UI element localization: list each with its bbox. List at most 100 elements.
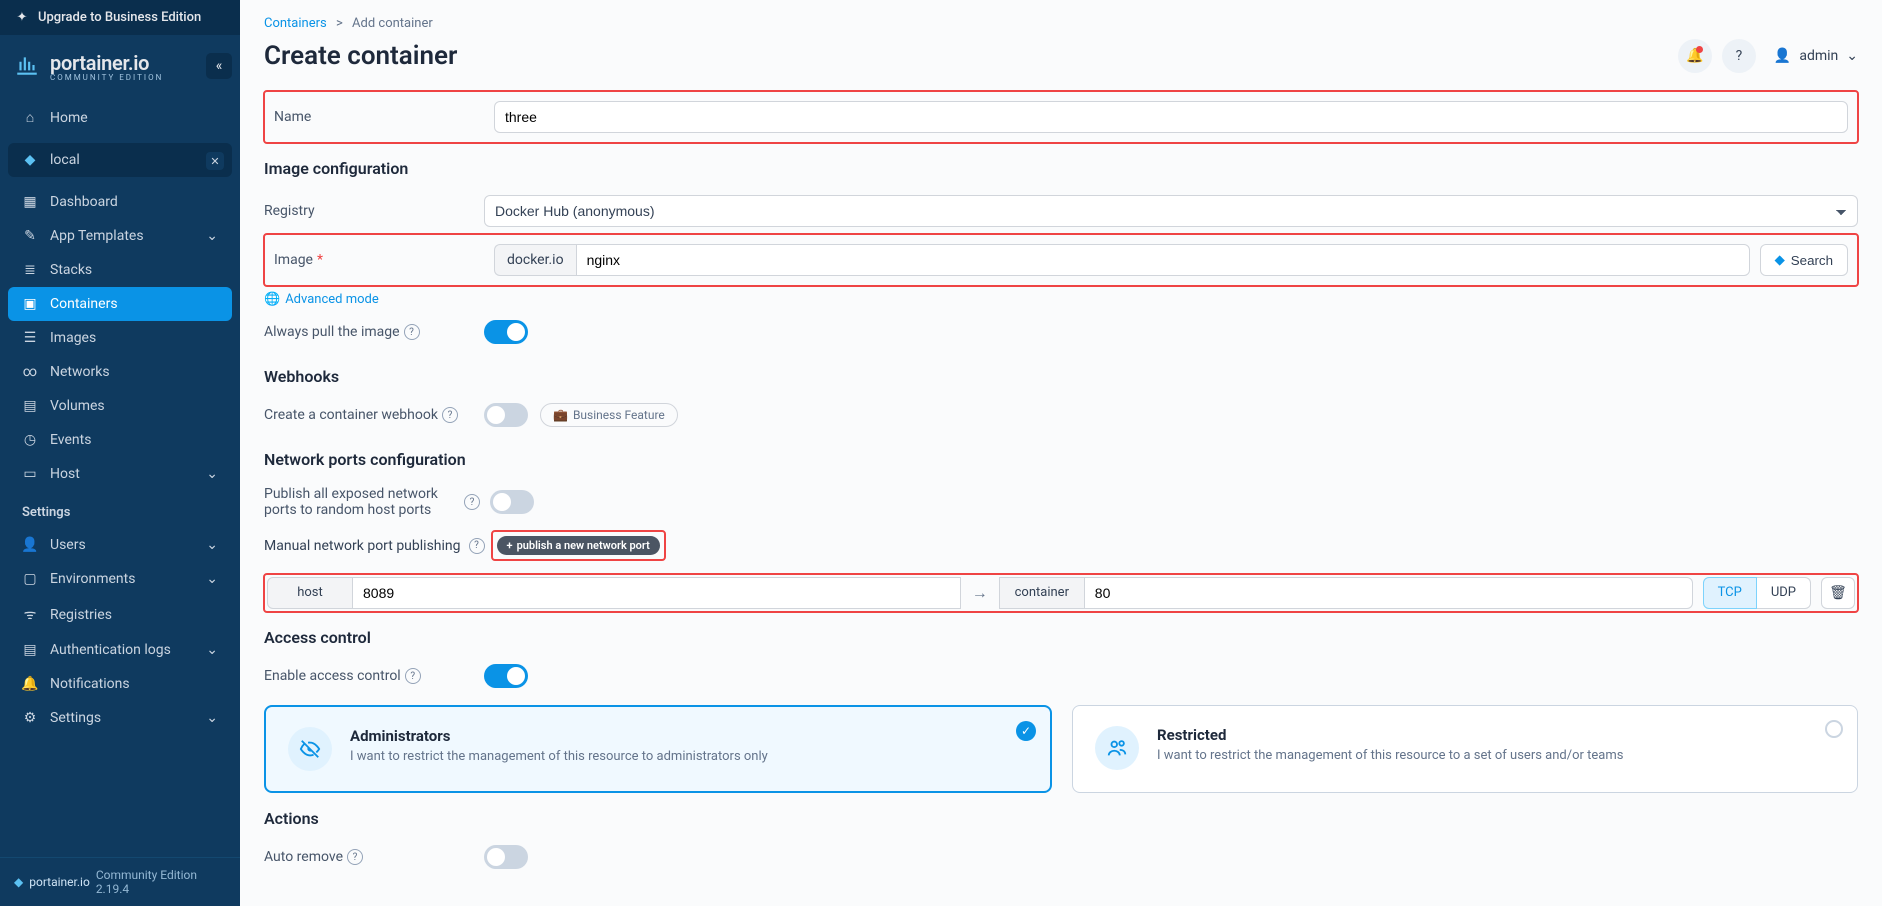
enable-access-label: Enable access control: [264, 668, 401, 684]
chevron-down-icon: ⌄: [1846, 48, 1858, 64]
help-icon[interactable]: ?: [464, 494, 480, 510]
help-icon: ?: [1736, 48, 1743, 64]
nav-app-templates[interactable]: ✎ App Templates ⌄: [8, 219, 232, 253]
tcp-button[interactable]: TCP: [1703, 577, 1757, 609]
crane-icon: ◆: [14, 875, 23, 889]
docker-icon: ◆: [1775, 252, 1785, 268]
container-label: container: [999, 577, 1085, 609]
notifications-button[interactable]: 🔔: [1678, 39, 1712, 73]
advanced-mode-link[interactable]: 🌐 Advanced mode: [264, 286, 379, 313]
user-name: admin: [1799, 48, 1838, 64]
webhook-toggle[interactable]: [484, 403, 528, 427]
settings-heading: Settings: [8, 491, 232, 528]
help-icon[interactable]: ?: [405, 668, 421, 684]
enable-access-toggle[interactable]: [484, 664, 528, 688]
nav-networks[interactable]: ∞ Networks: [8, 355, 232, 389]
nav-auth-logs[interactable]: ▤ Authentication logs ⌄: [8, 633, 232, 667]
logo[interactable]: portainer.io COMMUNITY EDITION «: [0, 35, 240, 92]
main-content: Containers > Add container Create contai…: [240, 0, 1882, 906]
udp-button[interactable]: UDP: [1757, 577, 1811, 609]
nav-containers[interactable]: ▣ Containers: [8, 287, 232, 321]
registry-select[interactable]: Docker Hub (anonymous): [484, 195, 1858, 227]
sidebar-footer: ◆ portainer.io Community Edition 2.19.4: [0, 857, 240, 906]
nav-volumes[interactable]: ▤ Volumes: [8, 389, 232, 423]
nav-label: Registries: [50, 607, 112, 623]
brand-subtitle: COMMUNITY EDITION: [50, 73, 163, 82]
footer-version: Community Edition 2.19.4: [96, 868, 226, 896]
nav-users[interactable]: 👤 Users ⌄: [8, 528, 232, 562]
delete-port-button[interactable]: 🗑: [1821, 577, 1855, 609]
help-button[interactable]: ?: [1722, 39, 1756, 73]
always-pull-toggle[interactable]: [484, 320, 528, 344]
chevron-down-icon: ⌄: [206, 642, 218, 658]
nav-label: Networks: [50, 364, 110, 380]
nav-label: Users: [50, 537, 86, 553]
nav-label: Environments: [50, 571, 135, 587]
name-input[interactable]: [494, 101, 1848, 133]
templates-icon: ✎: [22, 228, 38, 244]
actions-heading: Actions: [264, 793, 1858, 838]
registries-icon: ᯤ: [22, 605, 38, 624]
user-menu[interactable]: 👤 admin ⌄: [1774, 48, 1858, 64]
access-cards: ✓ Administrators I want to restrict the …: [264, 705, 1858, 793]
host-port-input[interactable]: [353, 577, 961, 609]
footer-brand: portainer.io: [29, 875, 90, 889]
nav-home[interactable]: ⌂ Home: [8, 100, 232, 135]
always-pull-label: Always pull the image: [264, 324, 400, 340]
sparkle-icon: ✦: [14, 10, 30, 25]
whale-icon: ◆: [22, 152, 38, 168]
restricted-card[interactable]: Restricted I want to restrict the manage…: [1072, 705, 1858, 793]
auto-remove-label: Auto remove: [264, 849, 343, 865]
business-badge: 💼 Business Feature: [540, 403, 678, 427]
publish-all-row: Publish all exposed network ports to ran…: [264, 479, 1858, 525]
publish-all-toggle[interactable]: [490, 490, 534, 514]
nav-label: Home: [50, 110, 88, 126]
registry-row: Registry Docker Hub (anonymous): [264, 188, 1858, 234]
environments-icon: ▢: [22, 571, 38, 587]
help-icon[interactable]: ?: [469, 538, 485, 554]
env-name: local: [50, 152, 80, 168]
close-env-button[interactable]: ✕: [206, 152, 224, 170]
nav-label: Authentication logs: [50, 642, 171, 658]
upgrade-banner[interactable]: ✦ Upgrade to Business Edition: [0, 0, 240, 35]
help-icon[interactable]: ?: [347, 849, 363, 865]
host-icon: ▭: [22, 466, 38, 482]
breadcrumb: Containers > Add container: [240, 0, 1882, 31]
nav-stacks[interactable]: ≣ Stacks: [8, 253, 232, 287]
container-port-input[interactable]: [1085, 577, 1693, 609]
auto-remove-toggle[interactable]: [484, 845, 528, 869]
help-icon[interactable]: ?: [404, 324, 420, 340]
image-input[interactable]: [576, 244, 1750, 276]
chevron-down-icon: ⌄: [206, 537, 218, 553]
nav-notifications[interactable]: 🔔 Notifications: [8, 667, 232, 701]
breadcrumb-root[interactable]: Containers: [264, 16, 327, 31]
nav-events[interactable]: ◷ Events: [8, 423, 232, 457]
search-button[interactable]: ◆ Search: [1760, 244, 1848, 276]
events-icon: ◷: [22, 432, 38, 448]
users-icon: 👤: [22, 537, 38, 553]
collapse-sidebar-button[interactable]: «: [206, 53, 232, 79]
nav-images[interactable]: ☰ Images: [8, 321, 232, 355]
publish-new-port-button[interactable]: + publish a new network port: [497, 536, 660, 555]
nav-registries[interactable]: ᯤ Registries: [8, 596, 232, 633]
network-heading: Network ports configuration: [264, 434, 1858, 479]
breadcrumb-leaf: Add container: [352, 16, 433, 31]
restricted-desc: I want to restrict the management of thi…: [1157, 748, 1623, 763]
check-icon: ✓: [1016, 721, 1036, 741]
nav-host[interactable]: ▭ Host ⌄: [8, 457, 232, 491]
arrow-right-icon: →: [961, 577, 999, 609]
help-icon[interactable]: ?: [442, 407, 458, 423]
webhook-row: Create a container webhook ? 💼 Business …: [264, 396, 1858, 434]
administrators-card[interactable]: ✓ Administrators I want to restrict the …: [264, 705, 1052, 793]
upgrade-label: Upgrade to Business Edition: [38, 10, 201, 25]
brand-name: portainer.io: [50, 51, 149, 75]
manual-publish-row: Manual network port publishing ? + publi…: [264, 525, 1858, 566]
nav-label: Settings: [50, 710, 101, 726]
nav-dashboard[interactable]: ▦ Dashboard: [8, 185, 232, 219]
nav-label: Volumes: [50, 398, 105, 414]
bell-icon: 🔔: [22, 676, 38, 692]
nav-environments[interactable]: ▢ Environments ⌄: [8, 562, 232, 596]
nav-settings[interactable]: ⚙ Settings ⌄: [8, 701, 232, 735]
nav-environment-local[interactable]: ◆ local ✕: [8, 143, 232, 177]
crane-icon: [14, 52, 40, 82]
